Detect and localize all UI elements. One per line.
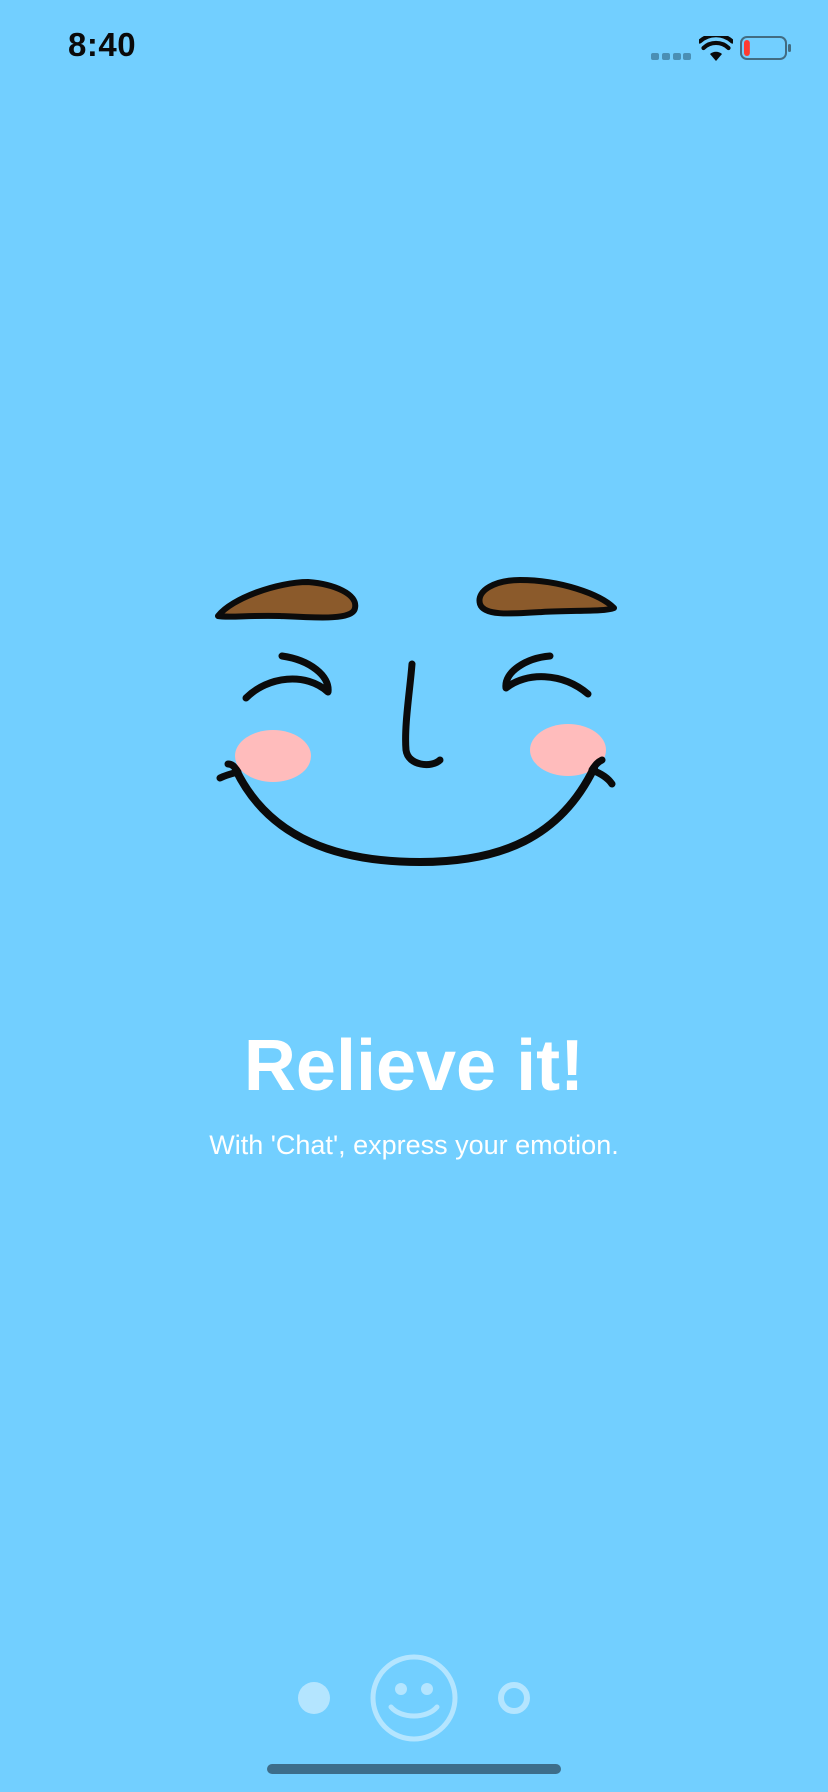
page-indicator xyxy=(0,1650,828,1750)
battery-low-icon xyxy=(740,36,791,60)
signal-bar xyxy=(662,53,670,60)
smile-left-cap xyxy=(216,760,242,782)
left-eye xyxy=(242,652,332,702)
wifi-icon xyxy=(699,36,733,61)
onboarding-screen: 8:40 Relieve it! With 'Chat', express yo… xyxy=(0,0,828,1792)
status-time: 8:40 xyxy=(68,26,137,63)
right-eyebrow xyxy=(476,577,617,617)
home-indicator[interactable] xyxy=(267,1764,561,1774)
smile xyxy=(232,764,598,867)
onboarding-subtitle: With 'Chat', express your emotion. xyxy=(209,1130,619,1160)
left-eyebrow xyxy=(215,579,359,621)
left-blush xyxy=(235,730,311,782)
smile-right-cap xyxy=(588,756,616,788)
cellular-signal-icon xyxy=(651,53,691,61)
page-dot-1[interactable] xyxy=(298,1682,330,1714)
signal-bar xyxy=(651,53,659,60)
status-bar: 8:40 xyxy=(0,0,828,100)
onboarding-headline: Relieve it! xyxy=(243,1026,585,1106)
nose xyxy=(402,660,444,769)
smiley-face-icon[interactable] xyxy=(369,1653,459,1743)
right-eye xyxy=(502,652,592,698)
dot-ring-icon[interactable] xyxy=(498,1682,530,1714)
signal-bar xyxy=(673,53,681,60)
signal-bar xyxy=(683,53,691,60)
smiling-face-icon xyxy=(215,577,617,867)
